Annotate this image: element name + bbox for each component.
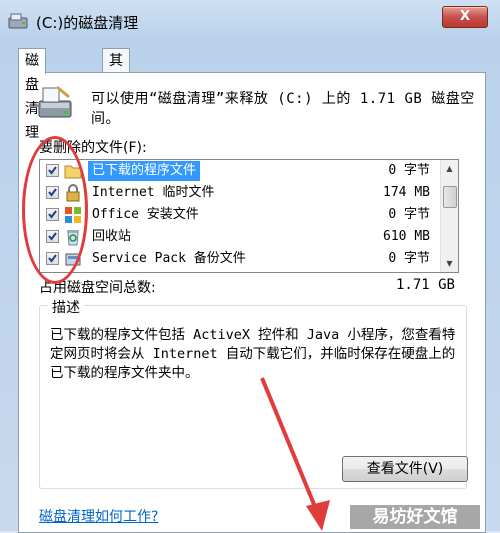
how-disk-cleanup-works-link[interactable]: 磁盘清理如何工作? [39,506,158,526]
file-name: Office 安装文件 [92,207,199,222]
summary-text: 可以使用“磁盘清理”来释放 (C:) 上的 1.71 GB 磁盘空间。 [91,91,475,127]
disk-cleanup-large-icon [38,85,72,118]
disk-cleanup-window: (C:)的磁盘清理 X 磁盘清理 其他选项 可以使用“磁盘清理”来释放 (C:)… [0,0,500,533]
total-space-value: 1.71 GB [395,277,455,293]
tab-disk-cleanup[interactable]: 磁盘清理 [18,48,46,141]
file-name: 回收站 [92,229,132,244]
file-size: 0 字节 [388,207,430,222]
description-text: 已下载的程序文件包括 ActiveX 控件和 Java 小程序，您查看特定网页时… [50,327,456,381]
file-size: 0 字节 [388,251,430,266]
file-size: 174 MB [383,185,430,200]
window-title: (C:)的磁盘清理 [36,14,139,32]
scroll-up-arrow-icon[interactable]: ▲ [441,160,458,177]
scrollbar[interactable]: ▲ ▼ [440,160,458,272]
file-row[interactable]: Internet 临时文件 174 MB [40,182,440,204]
watermark: 易坊好文馆 [350,505,480,529]
file-row[interactable]: Office 安装文件 0 字节 [40,204,440,226]
annotation-circle [22,136,88,284]
file-size: 610 MB [383,229,430,244]
file-list[interactable]: 已下载的程序文件 0 字节 Internet 临时文件 174 MB Offic… [39,159,459,273]
title-bar: (C:)的磁盘清理 X [0,0,500,44]
tab-more-options[interactable]: 其他选项 [102,48,130,141]
scroll-down-arrow-icon[interactable]: ▼ [441,255,458,272]
description-legend: 描述 [48,297,84,317]
file-name: Service Pack 备份文件 [92,251,246,266]
tab-panel: 可以使用“磁盘清理”来释放 (C:) 上的 1.71 GB 磁盘空间。 要删除的… [18,72,486,533]
file-name: Internet 临时文件 [92,185,215,200]
view-files-button[interactable]: 查看文件(V) [342,456,468,482]
disk-cleanup-icon [8,13,28,29]
file-row[interactable]: Service Pack 备份文件 0 字节 [40,248,440,270]
file-row[interactable]: 回收站 610 MB [40,226,440,248]
file-size: 0 字节 [388,163,430,178]
scroll-thumb[interactable] [443,186,457,208]
file-row[interactable]: 已下载的程序文件 0 字节 [40,160,440,182]
close-button[interactable]: X [442,6,488,28]
description-group: 描述 已下载的程序文件包括 ActiveX 控件和 Java 小程序，您查看特定… [39,297,468,489]
file-name: 已下载的程序文件 [88,161,201,181]
